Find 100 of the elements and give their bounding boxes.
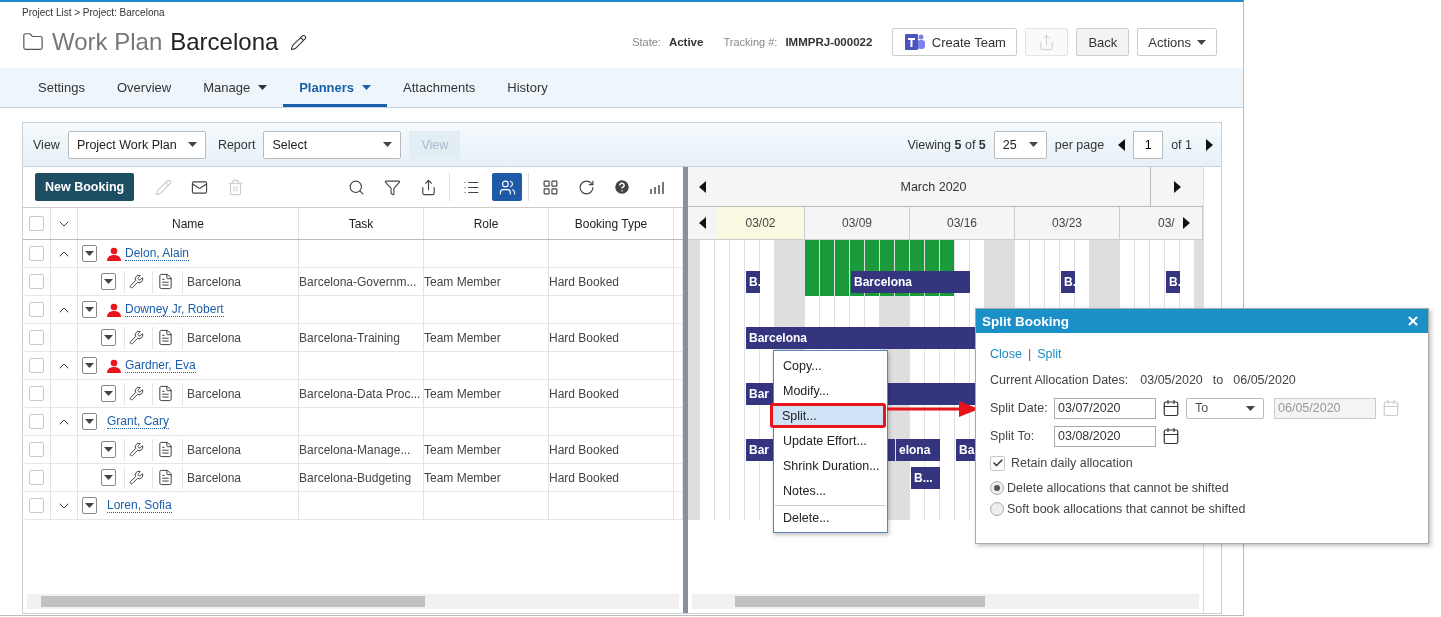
report-select[interactable]: Select [263, 130, 402, 159]
week-label: 03/23 [1052, 216, 1082, 230]
checkbox[interactable] [29, 498, 44, 513]
wrench-icon[interactable] [129, 442, 144, 457]
booking-bar[interactable]: B... [911, 467, 940, 489]
person-link[interactable]: Loren, Sofia [107, 498, 172, 513]
next-week-icon[interactable] [1183, 217, 1190, 229]
field-label: Current Allocation Dates: [990, 373, 1129, 387]
checkbox[interactable] [29, 386, 44, 401]
checkbox[interactable] [29, 274, 44, 289]
booking-bar[interactable]: B. [1061, 271, 1075, 293]
menu-item[interactable]: Modify... [775, 378, 886, 403]
back-button[interactable]: Back [1076, 28, 1130, 56]
allocation-cell [820, 268, 834, 296]
filter-icon [383, 178, 401, 196]
menu-item[interactable]: Split... [770, 403, 886, 428]
person-link[interactable]: Grant, Cary [107, 414, 169, 429]
previous-page-icon[interactable] [1118, 138, 1126, 151]
checkbox[interactable] [990, 455, 1005, 471]
wrench-icon[interactable] [129, 330, 144, 345]
wrench-icon[interactable] [129, 470, 144, 485]
checkbox[interactable] [29, 246, 44, 261]
tab[interactable]: Overview [101, 68, 188, 107]
row-menu-button[interactable] [101, 329, 116, 346]
checkbox[interactable] [29, 358, 44, 373]
horizontal-scrollbar[interactable] [692, 594, 1199, 609]
menu-item[interactable]: Update Effort... [775, 428, 886, 453]
split-date-input[interactable]: 03/07/2020 [1054, 397, 1156, 419]
checkbox[interactable] [29, 216, 44, 231]
row-menu-button[interactable] [82, 413, 97, 430]
horizontal-scrollbar[interactable] [27, 594, 679, 609]
person-link[interactable]: Delon, Alain [125, 246, 190, 261]
menu-item[interactable]: Shrink Duration... [775, 453, 886, 478]
meta-value: Active [668, 36, 704, 48]
next-month-icon[interactable] [1173, 180, 1181, 193]
upload-icon [419, 178, 437, 196]
checkbox[interactable] [29, 414, 44, 429]
wrench-icon[interactable] [129, 274, 144, 289]
calendar-icon[interactable] [1162, 427, 1180, 445]
wrench-icon[interactable] [129, 386, 144, 401]
split-to-input[interactable]: 03/08/2020 [1054, 425, 1156, 447]
booking-bar[interactable]: elona [896, 439, 940, 461]
row-menu-button[interactable] [82, 357, 97, 374]
menu-item[interactable]: Notes... [775, 478, 886, 503]
split-link[interactable]: Split [1037, 347, 1062, 361]
checkbox[interactable] [29, 302, 44, 317]
week-label: 03/ [1158, 216, 1175, 230]
tab[interactable]: Settings [22, 68, 101, 107]
row-menu-button[interactable] [101, 385, 116, 402]
notepad-icon[interactable] [157, 273, 174, 290]
actions-dropdown[interactable]: Actions [1137, 28, 1217, 56]
checkbox[interactable] [29, 330, 44, 345]
notepad-icon[interactable] [157, 441, 174, 458]
checkbox[interactable] [29, 470, 44, 485]
people-button[interactable] [492, 173, 522, 201]
create-team-button[interactable]: Create Team [892, 28, 1018, 56]
radio-button[interactable] [990, 480, 1004, 495]
row-menu-button[interactable] [82, 301, 97, 318]
person-link[interactable]: Gardner, Eva [125, 358, 196, 373]
calendar-icon[interactable] [1162, 399, 1180, 417]
close-link[interactable]: Close [990, 347, 1022, 361]
next-page-icon[interactable] [1206, 138, 1213, 151]
checkbox[interactable] [29, 442, 44, 457]
booking-bar[interactable]: Barcelona [851, 271, 970, 293]
booking-bar[interactable]: B. [1166, 271, 1180, 293]
row-menu-button[interactable] [82, 497, 97, 514]
person-link[interactable]: Downey Jr, Robert [125, 302, 224, 317]
row-menu-button[interactable] [82, 245, 97, 262]
column-header[interactable]: Booking Type [574, 216, 648, 231]
tab[interactable]: Attachments [387, 68, 492, 107]
column-header[interactable]: Role [473, 216, 499, 231]
menu-item[interactable]: Delete... [775, 505, 886, 530]
column-header[interactable]: Task [348, 216, 374, 231]
folder-icon [22, 31, 44, 53]
previous-week-icon[interactable] [699, 217, 706, 229]
menu-item[interactable]: Copy... [775, 353, 886, 378]
new-booking-button[interactable]: New Booking [35, 173, 135, 201]
column-header[interactable]: Name [172, 216, 204, 231]
view-select[interactable]: Project Work Plan [67, 130, 206, 159]
radio-button[interactable] [990, 501, 1004, 516]
role-cell: Team Member [424, 442, 501, 457]
previous-month-icon[interactable] [699, 180, 706, 193]
booking-bar[interactable]: B. [746, 271, 760, 293]
allocation-cell [910, 240, 924, 268]
task-cell: Barcelona-Training [299, 330, 400, 345]
edit-icon[interactable] [290, 33, 308, 51]
row-menu-button[interactable] [101, 273, 116, 290]
tab[interactable]: History [491, 68, 564, 107]
row-menu-button[interactable] [101, 441, 116, 458]
page-size-select[interactable]: 25 [993, 130, 1047, 159]
notepad-icon[interactable] [157, 469, 174, 486]
notepad-icon[interactable] [157, 385, 174, 402]
row-menu-button[interactable] [101, 469, 116, 486]
tab[interactable]: Planners [283, 68, 388, 107]
tab[interactable]: Manage [187, 68, 284, 107]
close-icon[interactable] [1406, 314, 1420, 328]
range-select[interactable]: To [1186, 397, 1264, 419]
page-input[interactable]: 1 [1133, 130, 1164, 159]
notepad-icon[interactable] [157, 329, 174, 346]
week-label: 03/16 [947, 216, 977, 230]
